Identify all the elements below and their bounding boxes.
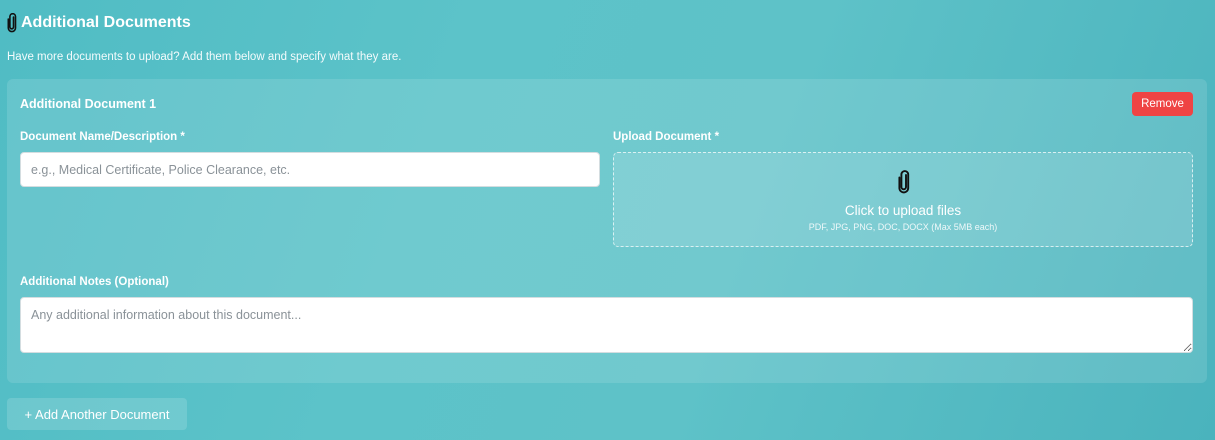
additional-notes-label: Additional Notes (Optional): [20, 276, 169, 288]
document-name-label: Document Name/Description *: [20, 131, 185, 143]
paperclip-icon: [7, 13, 17, 33]
upload-document-label: Upload Document *: [613, 131, 720, 143]
section-title: Additional Documents: [21, 14, 191, 31]
paperclip-icon: [898, 170, 910, 194]
remove-button[interactable]: Remove: [1132, 92, 1193, 116]
document-name-input[interactable]: [20, 152, 600, 187]
upload-prompt: Click to upload files: [844, 203, 962, 218]
additional-notes-textarea[interactable]: [20, 297, 1193, 353]
document-card: Additional Document 1 Remove Document Na…: [7, 79, 1207, 383]
document-title: Additional Document 1: [20, 97, 157, 111]
add-another-document-button[interactable]: + Add Another Document: [7, 398, 187, 430]
upload-hint: PDF, JPG, PNG, DOC, DOCX (Max 5MB each): [808, 222, 998, 232]
section-header: Additional Documents: [7, 13, 191, 33]
section-subtitle: Have more documents to upload? Add them …: [7, 51, 402, 63]
upload-dropzone[interactable]: Click to upload files PDF, JPG, PNG, DOC…: [613, 152, 1193, 247]
